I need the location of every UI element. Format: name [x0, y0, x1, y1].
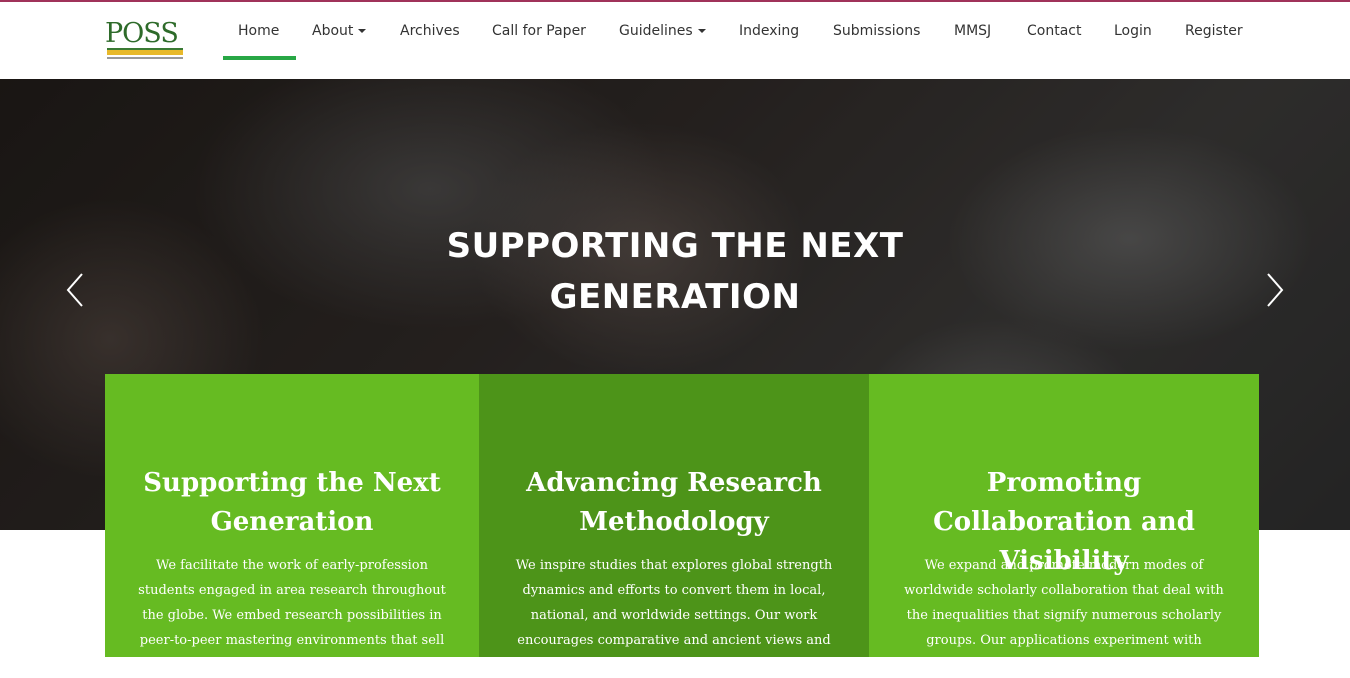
nav-submissions[interactable]: Submissions — [833, 21, 920, 41]
caret-down-icon — [358, 29, 367, 33]
nav-active-indicator — [223, 56, 296, 60]
nav-call-for-paper[interactable]: Call for Paper — [492, 21, 586, 41]
chevron-left-icon — [66, 273, 83, 307]
nav-guidelines[interactable]: Guidelines — [619, 21, 706, 41]
nav-mmsj[interactable]: MMSJ — [954, 21, 991, 41]
nav-about[interactable]: About — [312, 21, 367, 41]
nav-contact[interactable]: Contact — [1027, 21, 1081, 41]
card-text: We facilitate the work of early-professi… — [138, 558, 446, 673]
feature-card: Advancing Research Methodology We inspir… — [479, 374, 869, 673]
nav-home[interactable]: Home — [238, 21, 279, 41]
card-text: We inspire studies that explores global … — [515, 558, 833, 673]
slider-prev-button[interactable] — [64, 272, 86, 308]
site-header: POSS Home About Archives Call for Paper … — [0, 2, 1350, 79]
card-text: We expand and promote modern modes of wo… — [904, 558, 1224, 673]
nav-archives[interactable]: Archives — [400, 21, 460, 41]
card-title: Advancing Research Methodology — [526, 468, 822, 537]
feature-card: Supporting the Next Generation We facili… — [105, 374, 479, 673]
logo-text: POSS — [105, 18, 179, 49]
feature-card: Promoting Collaboration and Visibility W… — [869, 374, 1259, 673]
card-title: Supporting the Next Generation — [143, 468, 441, 537]
slider-next-button[interactable] — [1264, 272, 1286, 308]
nav-login[interactable]: Login — [1114, 21, 1152, 41]
caret-down-icon — [697, 29, 706, 33]
feature-cards: Supporting the Next Generation We facili… — [105, 374, 1259, 673]
hero-title: SUPPORTING THE NEXT GENERATION — [446, 226, 904, 317]
chevron-right-icon — [1267, 273, 1284, 307]
nav-indexing[interactable]: Indexing — [739, 21, 799, 41]
nav-register[interactable]: Register — [1185, 21, 1243, 41]
site-logo[interactable]: POSS — [105, 19, 185, 65]
